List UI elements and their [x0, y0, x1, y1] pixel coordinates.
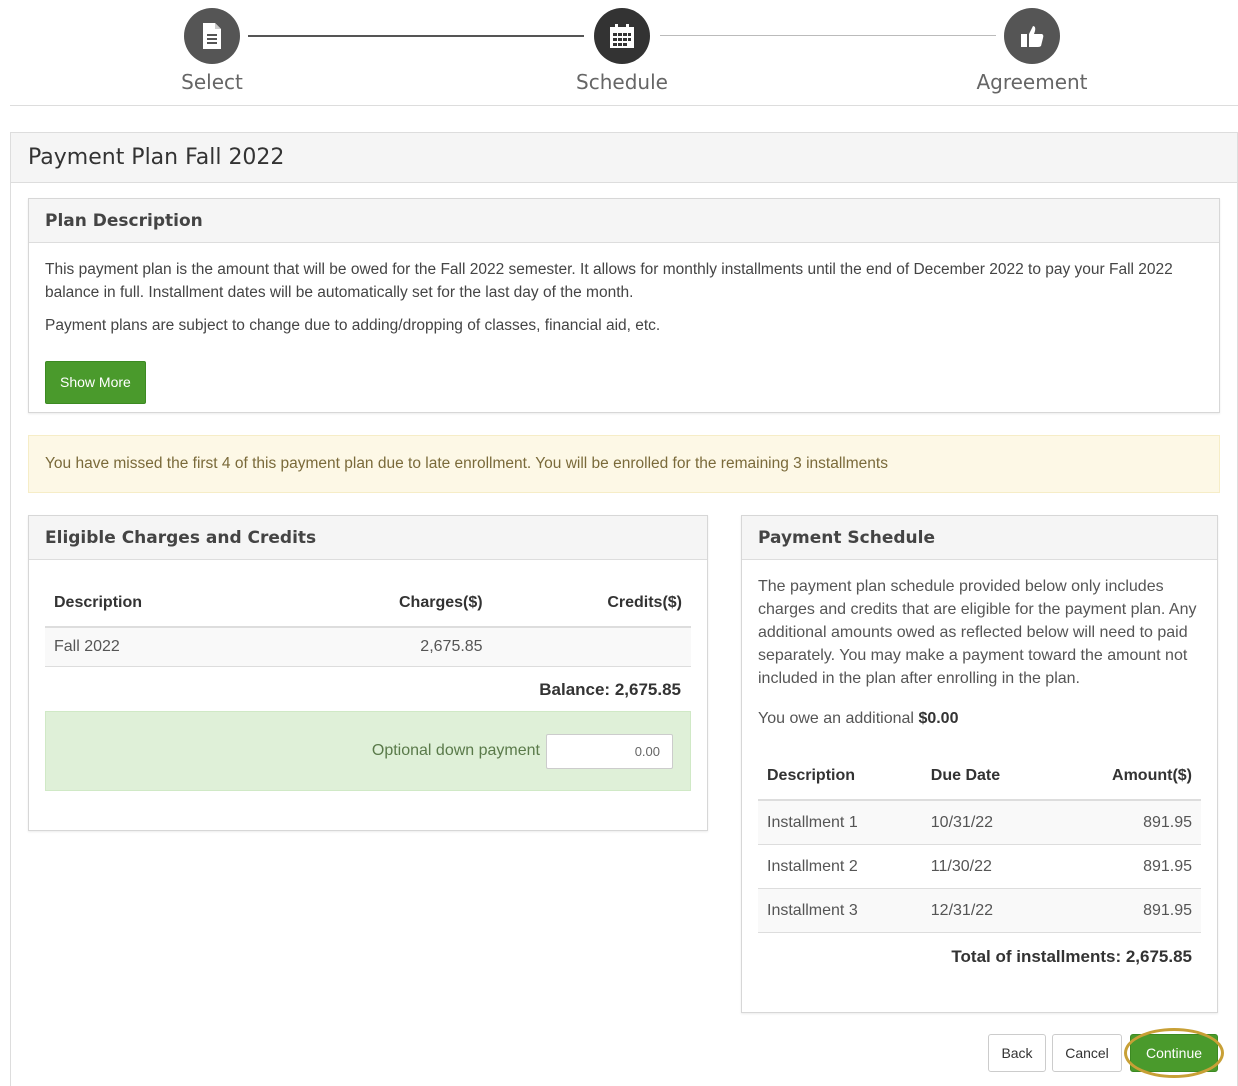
installment-name: Installment 2: [758, 844, 922, 889]
charges-table: Description Charges($) Credits($) Fall 2…: [45, 580, 691, 667]
eligible-charges-panel: Eligible Charges and Credits Description…: [28, 515, 708, 831]
installment-due-date: 12/31/22: [921, 888, 1054, 933]
cancel-button[interactable]: Cancel: [1052, 1034, 1122, 1072]
payment-schedule-heading: Payment Schedule: [742, 516, 1217, 560]
installments-table: Description Due Date Amount($) Installme…: [758, 752, 1201, 933]
installment-due-date: 10/31/22: [921, 800, 1054, 845]
step-label: Schedule: [576, 70, 668, 94]
down-payment-box: Optional down payment: [45, 711, 691, 791]
calendar-icon: [594, 8, 650, 64]
plan-description-note: Payment plans are subject to change due …: [45, 317, 661, 334]
plan-description-text: This payment plan is the amount that wil…: [45, 261, 1173, 301]
table-row: Installment 1 10/31/22 891.95: [758, 800, 1201, 845]
column-header: Amount($): [1053, 752, 1201, 801]
column-header: Description: [45, 580, 274, 628]
step-label: Agreement: [976, 70, 1088, 94]
step-connector: [248, 35, 584, 37]
payment-schedule-panel: Payment Schedule The payment plan schedu…: [741, 515, 1218, 1013]
step-agreement[interactable]: Agreement: [962, 8, 1102, 94]
charge-description: Fall 2022: [45, 627, 274, 667]
credit-amount: [491, 627, 691, 667]
additional-owed-label: You owe an additional: [758, 710, 914, 727]
charge-amount: 2,675.85: [273, 627, 492, 667]
thumbs-up-icon: [1004, 8, 1060, 64]
table-row: Installment 2 11/30/22 891.95: [758, 844, 1201, 889]
installment-amount: 891.95: [1053, 888, 1201, 933]
document-icon: [184, 8, 240, 64]
additional-owed: You owe an additional $0.00: [758, 707, 1201, 730]
show-more-button[interactable]: Show More: [45, 361, 146, 404]
late-enrollment-alert: You have missed the first 4 of this paym…: [28, 435, 1220, 493]
step-label: Select: [181, 70, 243, 94]
column-header: Due Date: [921, 752, 1054, 801]
additional-owed-amount: $0.00: [918, 710, 959, 727]
table-row: Installment 3 12/31/22 891.95: [758, 888, 1201, 933]
page-title: Payment Plan Fall 2022: [28, 145, 285, 170]
balance-total: Balance: 2,675.85: [539, 680, 681, 699]
step-connector: [660, 35, 996, 36]
divider: [10, 105, 1238, 106]
installments-total: Total of installments: 2,675.85: [951, 947, 1192, 966]
installment-name: Installment 1: [758, 800, 922, 845]
step-select[interactable]: Select: [142, 8, 282, 94]
column-header: Charges($): [273, 580, 492, 628]
installment-amount: 891.95: [1053, 844, 1201, 889]
highlight-ring: [1124, 1028, 1224, 1078]
eligible-charges-heading: Eligible Charges and Credits: [29, 516, 707, 560]
installment-due-date: 11/30/22: [921, 844, 1054, 889]
table-row: Fall 2022 2,675.85: [45, 627, 691, 667]
wizard-stepper: Select Schedule Agreement: [0, 0, 1238, 106]
column-header: Description: [758, 752, 922, 801]
back-button[interactable]: Back: [988, 1034, 1046, 1072]
plan-description-heading: Plan Description: [29, 199, 1219, 243]
down-payment-label: Optional down payment: [371, 742, 540, 759]
schedule-intro: The payment plan schedule provided below…: [758, 578, 1197, 687]
down-payment-input[interactable]: [546, 733, 673, 769]
installment-amount: 891.95: [1053, 800, 1201, 845]
step-schedule[interactable]: Schedule: [552, 8, 692, 94]
installment-name: Installment 3: [758, 888, 922, 933]
plan-description-panel: Plan Description This payment plan is th…: [28, 198, 1220, 413]
panel-header: Payment Plan Fall 2022: [11, 133, 1237, 183]
payment-plan-panel: Payment Plan Fall 2022 Plan Description …: [10, 132, 1238, 1086]
column-header: Credits($): [491, 580, 691, 628]
